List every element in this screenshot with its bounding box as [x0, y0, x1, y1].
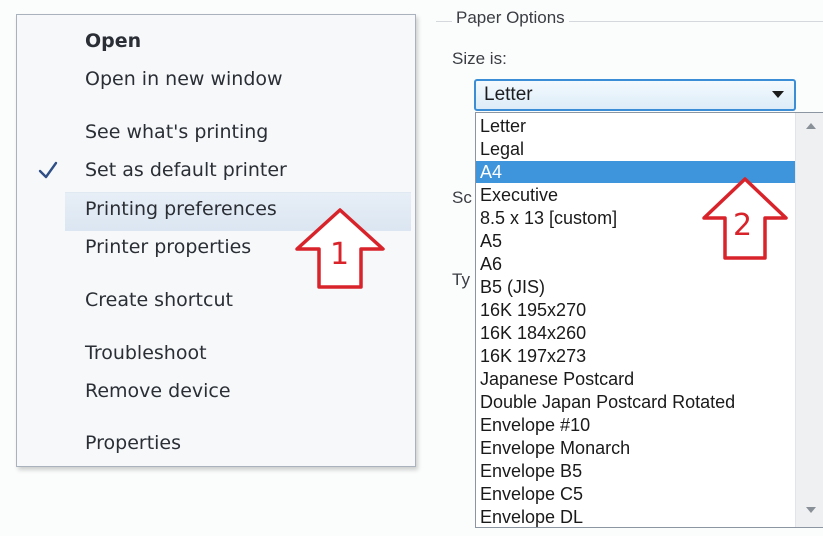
size-option-double-japan-postcard[interactable]: Double Japan Postcard Rotated [476, 391, 796, 413]
size-option-legal[interactable]: Legal [476, 138, 796, 160]
paper-options-title: Paper Options [452, 8, 569, 28]
screenshot-stage: Open Open in new window See what's print… [0, 0, 823, 536]
size-option-b5-jis[interactable]: B5 (JIS) [476, 276, 796, 298]
annotation-number-1: 1 [330, 237, 350, 272]
size-option-16k-197x273[interactable]: 16K 197x273 [476, 345, 796, 367]
menu-item-remove-device[interactable]: Remove device [85, 376, 231, 406]
size-option-envelope-monarch[interactable]: Envelope Monarch [476, 437, 796, 459]
paper-options-panel: Paper Options Size is: Sc Ty Letter Lett… [436, 0, 823, 536]
size-option-envelope-10[interactable]: Envelope #10 [476, 414, 796, 436]
clipped-label-source: Sc [452, 188, 472, 207]
menu-item-printing-preferences[interactable]: Printing preferences [85, 194, 277, 224]
menu-item-properties[interactable]: Properties [85, 428, 181, 458]
size-option-japanese-postcard[interactable]: Japanese Postcard [476, 368, 796, 390]
menu-item-see-whats-printing[interactable]: See what's printing [85, 117, 268, 147]
menu-item-open-new-window[interactable]: Open in new window [85, 64, 283, 94]
list-scrollbar[interactable] [795, 113, 823, 527]
size-option-letter[interactable]: Letter [476, 115, 796, 137]
menu-item-set-default-printer[interactable]: Set as default printer [85, 155, 287, 185]
size-option-16k-184x260[interactable]: 16K 184x260 [476, 322, 796, 344]
size-label: Size is: [452, 49, 507, 68]
size-option-envelope-c5[interactable]: Envelope C5 [476, 483, 796, 505]
menu-item-create-shortcut[interactable]: Create shortcut [85, 285, 233, 315]
clipped-label-type: Ty [452, 270, 470, 289]
dropdown-arrow-icon[interactable] [772, 91, 784, 98]
size-option-16k-195x270[interactable]: 16K 195x270 [476, 299, 796, 321]
paper-size-selected-value: Letter [484, 84, 533, 105]
paper-size-dropdown-list[interactable]: Letter Legal A4 Executive 8.5 x 13 [cust… [475, 112, 823, 528]
annotation-number-2: 2 [733, 208, 753, 243]
checkmark-icon [38, 161, 58, 179]
menu-item-troubleshoot[interactable]: Troubleshoot [85, 338, 207, 368]
size-option-envelope-b5[interactable]: Envelope B5 [476, 460, 796, 482]
menu-item-printer-properties[interactable]: Printer properties [85, 232, 251, 262]
paper-size-select[interactable]: Letter [474, 79, 796, 111]
menu-item-open[interactable]: Open [85, 26, 141, 56]
scroll-down-icon[interactable] [806, 507, 816, 513]
scroll-up-icon[interactable] [806, 123, 816, 129]
size-option-envelope-dl[interactable]: Envelope DL [476, 506, 796, 527]
